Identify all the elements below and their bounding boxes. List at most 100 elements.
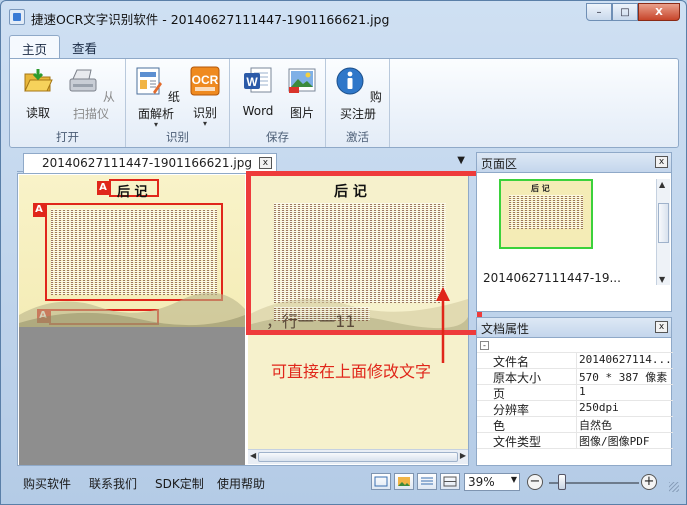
property-key: 分辨率 xyxy=(477,401,577,416)
property-row[interactable]: 页1 xyxy=(477,385,673,401)
info-icon xyxy=(336,67,364,95)
page-panel-header: 页面区 x xyxy=(477,153,671,173)
landscape-graphic xyxy=(19,292,245,327)
chevron-down-icon: ▼ xyxy=(510,475,517,484)
property-key: 文件名 xyxy=(477,353,577,368)
save-word-button[interactable]: W Word xyxy=(238,65,278,118)
buy-software-link[interactable]: 购买软件 xyxy=(23,475,71,492)
zoom-in-button[interactable]: + xyxy=(641,474,657,490)
zoom-value: 39% xyxy=(468,475,495,489)
save-image-label: 图片 xyxy=(289,106,314,120)
zoom-select[interactable]: 39% ▼ xyxy=(464,473,520,491)
ribbon-group-save: W Word 图片 保存 xyxy=(230,59,326,147)
read-button[interactable]: 读取 xyxy=(20,65,56,121)
property-value: 20140627114... xyxy=(579,353,672,366)
text-lines-icon xyxy=(421,477,433,485)
property-key: 原本大小 xyxy=(477,369,577,384)
split-view-button[interactable] xyxy=(440,473,460,490)
ribbon-toolbar: 读取 从扫描仪 打开 纸面解析 ▾ OCR 识别 ▾ 识别 W Word 图片 … xyxy=(9,58,679,148)
help-link[interactable]: 使用帮助 xyxy=(217,475,265,492)
vertical-scrollbar[interactable]: ▲ ▼ xyxy=(656,179,670,285)
property-key: 文件类型 xyxy=(477,433,577,448)
document-tab[interactable]: 20140627111447-1901166621.jpg x xyxy=(23,153,277,173)
properties-group-row: - xyxy=(477,339,673,353)
layout-analysis-icon xyxy=(136,67,163,95)
scrollbar-thumb[interactable] xyxy=(258,452,458,462)
ribbon-group-activate: 购买注册 激活 xyxy=(326,59,390,147)
svg-text:OCR: OCR xyxy=(192,73,219,87)
close-icon[interactable]: x xyxy=(655,156,668,168)
scroll-right-icon[interactable]: ▶ xyxy=(460,451,466,460)
image-view-button[interactable] xyxy=(394,473,414,490)
close-icon[interactable]: x xyxy=(258,157,272,169)
horizontal-scrollbar[interactable]: ◀ ▶ xyxy=(248,449,468,464)
folder-open-icon xyxy=(24,69,53,92)
close-button[interactable]: X xyxy=(638,3,680,21)
page-panel-title: 页面区 xyxy=(481,157,518,171)
contact-us-link[interactable]: 联系我们 xyxy=(89,475,137,492)
image-icon xyxy=(398,477,410,486)
tab-home[interactable]: 主页 xyxy=(9,35,61,60)
zoom-slider-handle[interactable] xyxy=(558,474,566,490)
image-icon xyxy=(288,68,316,93)
document-properties-panel: 文档属性 x - 文件名 20140627114... 原本大小 570 * 387… xyxy=(476,317,673,466)
heading-region[interactable]: 后 记 xyxy=(109,179,159,200)
page-panel: 页面区 x 后 记 20140627111447-19... ▲ ▼ xyxy=(476,152,672,312)
scroll-up-icon[interactable]: ▲ xyxy=(659,180,665,189)
recognize-label: 识别 xyxy=(192,106,217,120)
scrollbar-thumb[interactable] xyxy=(658,203,669,243)
scroll-down-icon[interactable]: ▼ xyxy=(659,275,665,284)
property-key: 色 xyxy=(477,417,577,432)
property-key: 页 xyxy=(477,385,577,400)
chevron-down-icon: ▾ xyxy=(153,120,158,129)
svg-text:W: W xyxy=(246,75,258,89)
ribbon-group-recognize-label: 识别 xyxy=(166,130,189,144)
page-heading: 后 记 xyxy=(117,185,148,200)
scroll-left-icon[interactable]: ◀ xyxy=(250,451,256,460)
close-icon[interactable]: x xyxy=(655,321,668,333)
sdk-custom-link[interactable]: SDK定制 xyxy=(155,475,204,492)
read-button-label: 读取 xyxy=(25,106,50,120)
zoom-out-button[interactable]: − xyxy=(527,474,543,490)
property-row[interactable]: 文件名 20140627114... xyxy=(477,353,673,369)
ribbon-group-recognize: 纸面解析 ▾ OCR 识别 ▾ 识别 xyxy=(126,59,230,147)
property-value: 图像/图像PDF xyxy=(579,435,650,448)
minimize-button[interactable]: – xyxy=(586,3,612,21)
recognize-button[interactable]: OCR 识别 ▾ xyxy=(186,65,224,128)
property-value: 自然色 xyxy=(579,419,612,432)
property-value: 250dpi xyxy=(579,401,619,414)
properties-grid: - 文件名 20140627114... 原本大小 570 * 387 像素 页1 … xyxy=(477,339,673,449)
purchase-register-button[interactable]: 购买注册 xyxy=(330,65,386,122)
property-row[interactable]: 色自然色 xyxy=(477,417,673,433)
region-marker: A xyxy=(97,181,109,195)
app-window: 捷速OCR文字识别软件 - 20140627111447-1901166621.… xyxy=(0,0,687,505)
property-row[interactable]: 文件类型 图像/图像PDF xyxy=(477,433,673,449)
chevron-down-icon[interactable]: ▼ xyxy=(457,155,465,166)
property-row[interactable]: 原本大小 570 * 387 像素 xyxy=(477,369,673,385)
text-view-button[interactable] xyxy=(417,473,437,490)
layout-analysis-button[interactable]: 纸面解析 ▾ xyxy=(130,65,182,129)
thumbnail-heading: 后 记 xyxy=(531,184,550,193)
resize-grip[interactable] xyxy=(669,482,679,492)
fit-page-view-button[interactable] xyxy=(371,473,391,490)
source-image-pane[interactable]: A 后 记 A A xyxy=(19,175,245,465)
fit-page-icon xyxy=(374,476,388,487)
properties-panel-header: 文档属性 x xyxy=(477,318,671,338)
scanned-page-image: A 后 记 A A xyxy=(19,175,245,327)
chevron-down-icon: ▾ xyxy=(202,119,207,128)
app-logo-icon xyxy=(9,9,25,25)
collapse-icon[interactable]: - xyxy=(480,341,489,350)
tab-view[interactable]: 查看 xyxy=(60,35,109,59)
title-bar[interactable]: 捷速OCR文字识别软件 - 20140627111447-1901166621.… xyxy=(1,1,686,33)
ribbon-tabs: 主页 查看 xyxy=(9,35,109,60)
property-row[interactable]: 分辨率 250dpi xyxy=(477,401,673,417)
save-word-label: Word xyxy=(242,104,274,118)
ocr-icon: OCR xyxy=(190,66,220,96)
document-tab-label: 20140627111447-1901166621.jpg xyxy=(42,156,252,170)
scanner-button[interactable]: 从扫描仪 xyxy=(62,65,120,122)
maximize-button[interactable]: □ xyxy=(612,3,638,21)
page-thumbnail[interactable]: 后 记 xyxy=(499,179,593,249)
save-image-button[interactable]: 图片 xyxy=(284,65,320,121)
document-tab-bar: 20140627111447-1901166621.jpg x ▼ xyxy=(17,152,469,173)
split-view-icon xyxy=(443,476,457,487)
